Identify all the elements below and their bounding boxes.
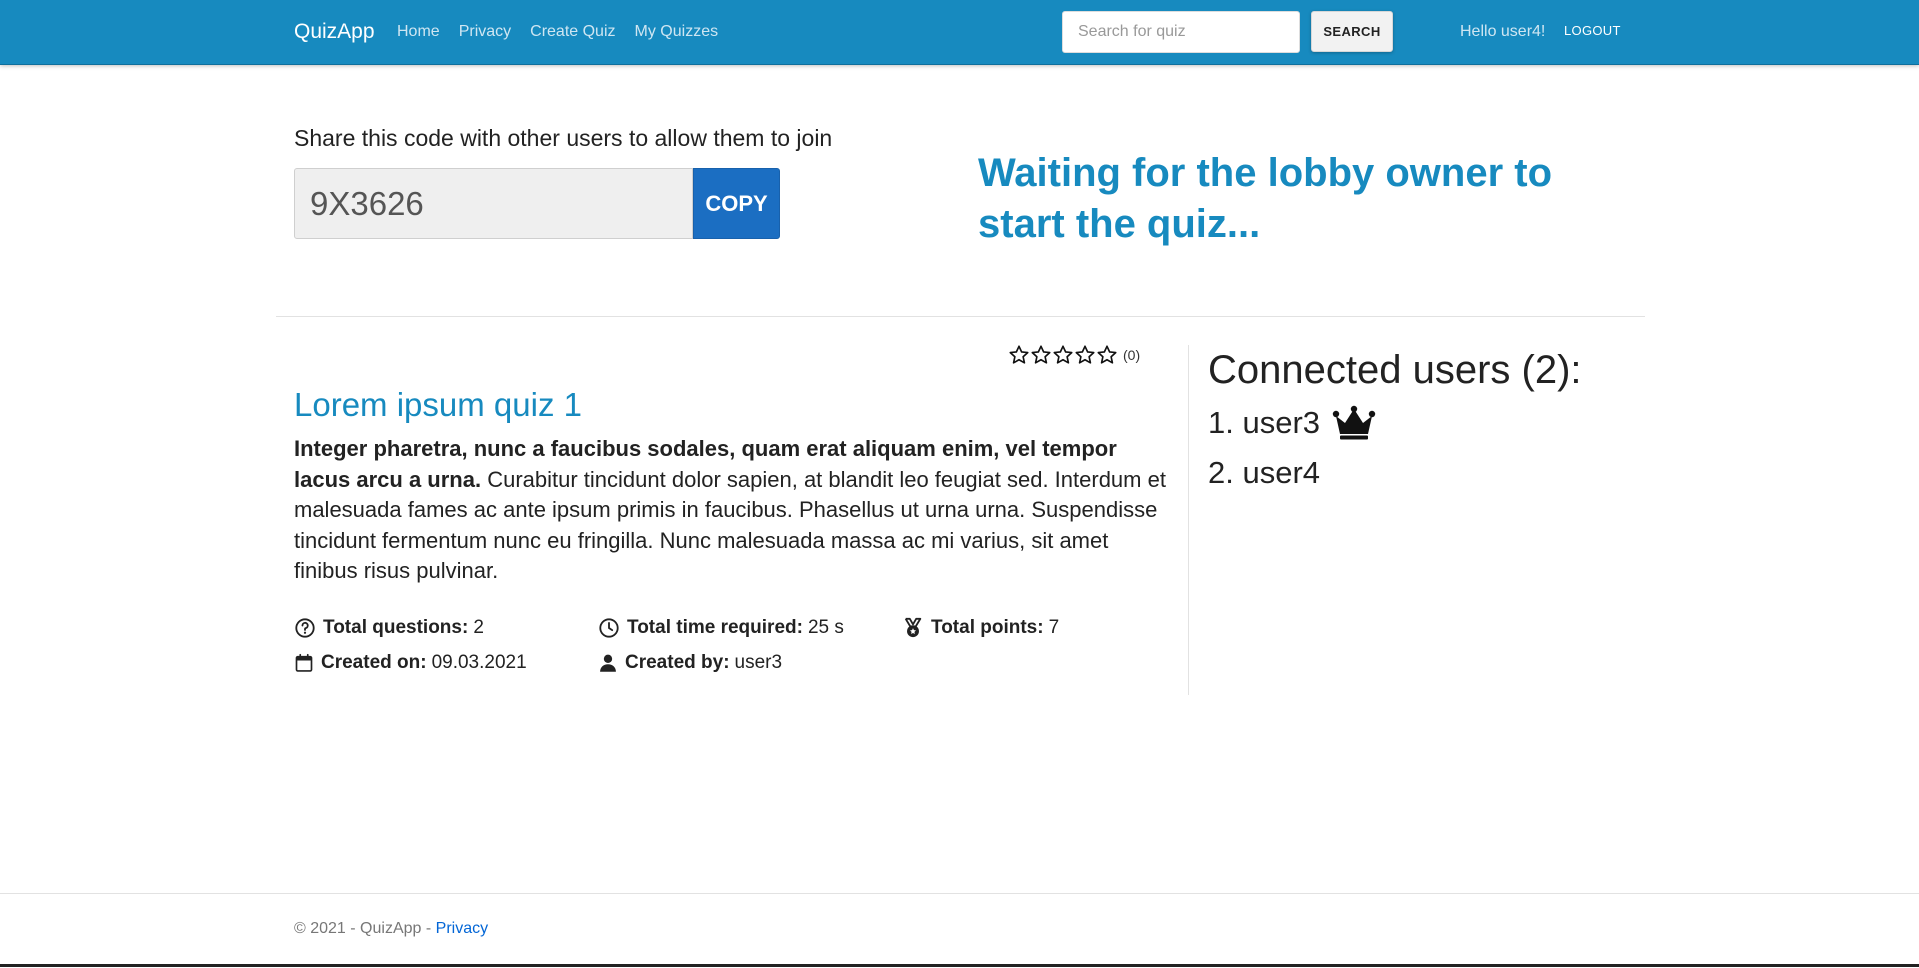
total-points-value: 7 — [1048, 617, 1060, 638]
created-by-value: user3 — [734, 652, 783, 673]
user-name: 2. user4 — [1208, 455, 1321, 490]
clock-icon — [599, 618, 619, 638]
logout-button[interactable]: LOGOUT — [1564, 0, 1621, 61]
quiz-description: Integer pharetra, nunc a faucibus sodale… — [294, 434, 1174, 587]
lobby-code-field[interactable] — [294, 168, 693, 239]
quiz-title: Lorem ipsum quiz 1 — [294, 386, 582, 423]
column-divider — [1188, 345, 1189, 695]
created-by: Created by: user3 — [598, 652, 782, 674]
star-outline-icon[interactable] — [1030, 344, 1052, 366]
total-time-label: Total time required: — [627, 617, 803, 638]
navbar: QuizApp Home Privacy Create Quiz My Quiz… — [0, 0, 1919, 65]
star-outline-icon[interactable] — [1052, 344, 1074, 366]
footer-copyright: © 2021 - QuizApp - — [294, 920, 436, 937]
total-questions-value: 2 — [473, 617, 484, 638]
total-points: Total points: 7 — [902, 617, 1059, 639]
total-points-label: Total points: — [931, 617, 1044, 638]
user-icon — [600, 654, 616, 672]
star-outline-icon[interactable] — [1008, 344, 1030, 366]
waiting-message: Waiting for the lobby owner to start the… — [978, 151, 1553, 246]
copy-code-button[interactable]: COPY — [693, 168, 780, 239]
share-code-label: Share this code with other users to allo… — [294, 125, 833, 151]
user-name: 1. user3 — [1208, 405, 1321, 440]
footer: © 2021 - QuizApp - Privacy — [0, 893, 1919, 968]
search-input[interactable] — [1062, 11, 1300, 53]
total-time-value: 25 s — [807, 617, 844, 638]
divider — [276, 316, 1645, 317]
nav-link-create-quiz[interactable]: Create Quiz — [530, 0, 615, 64]
footer-text: © 2021 - QuizApp - Privacy — [294, 920, 488, 938]
nav-links: Home Privacy Create Quiz My Quizzes — [397, 0, 737, 64]
brand-link[interactable]: QuizApp — [294, 0, 375, 64]
created-by-label: Created by: — [625, 652, 730, 673]
medal-icon — [904, 617, 922, 638]
footer-privacy-link[interactable]: Privacy — [436, 920, 488, 937]
calendar-icon — [295, 653, 313, 672]
created-on-value: 09.03.2021 — [431, 652, 527, 673]
rating-stars: (0) — [1008, 344, 1140, 366]
total-questions-label: Total questions: — [323, 617, 469, 638]
user-list-item: 1. user3 — [1208, 405, 1376, 441]
connected-users-title: Connected users (2): — [1208, 348, 1582, 392]
crown-icon — [1332, 405, 1376, 440]
question-circle-icon — [295, 618, 315, 638]
nav-link-privacy[interactable]: Privacy — [459, 0, 511, 64]
total-time: Total time required: 25 s — [598, 617, 844, 639]
star-outline-icon[interactable] — [1074, 344, 1096, 366]
search-button[interactable]: SEARCH — [1311, 11, 1393, 52]
user-list-item: 2. user4 — [1208, 455, 1320, 491]
greeting-text: Hello user4! — [1460, 23, 1546, 40]
created-on: Created on: 09.03.2021 — [294, 652, 527, 674]
nav-link-my-quizzes[interactable]: My Quizzes — [635, 0, 719, 64]
nav-link-home[interactable]: Home — [397, 0, 440, 64]
rating-count: (0) — [1123, 347, 1141, 363]
star-outline-icon[interactable] — [1096, 344, 1118, 366]
created-on-label: Created on: — [321, 652, 427, 673]
total-questions: Total questions: 2 — [294, 617, 484, 639]
